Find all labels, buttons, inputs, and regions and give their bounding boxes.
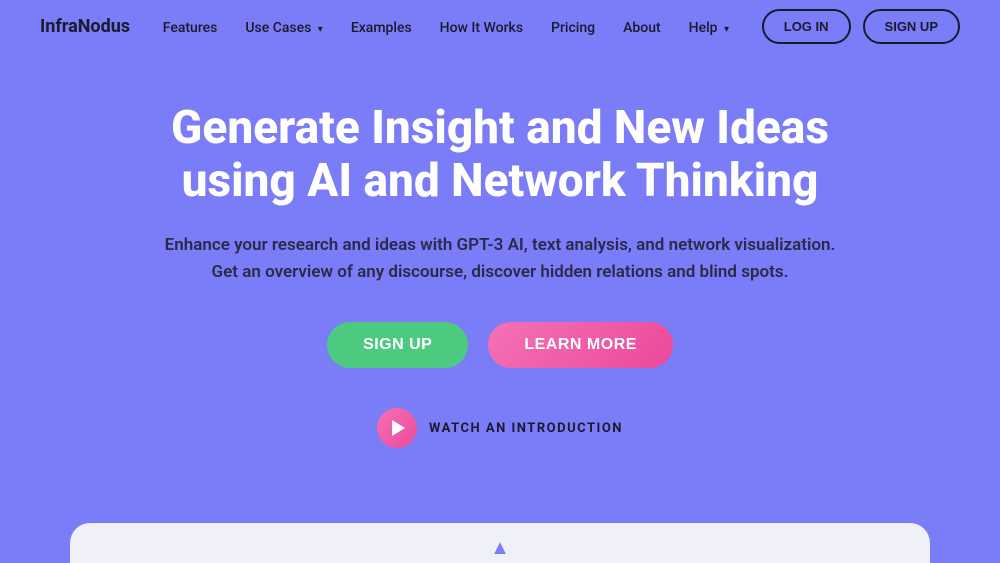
nav-item-pricing[interactable]: Pricing <box>551 17 595 36</box>
hero-cta-buttons: SIGN UP LEARN MORE <box>327 322 673 368</box>
watch-intro-label: WATCH AN INTRODUCTION <box>429 421 623 436</box>
nav-item-examples[interactable]: Examples <box>351 17 412 36</box>
nav-item-about[interactable]: About <box>623 17 661 36</box>
login-button[interactable]: LOG IN <box>762 9 851 44</box>
nav-links: Features Use Cases ▾ Examples How It Wor… <box>163 17 729 36</box>
hero-subtitle: Enhance your research and ideas with GPT… <box>165 232 836 286</box>
scroll-down-icon: ▲ <box>490 535 510 560</box>
signup-nav-button[interactable]: SIGN UP <box>863 9 960 44</box>
play-button[interactable] <box>377 408 417 448</box>
bottom-card: ▲ <box>70 523 930 563</box>
nav-item-help[interactable]: Help ▾ <box>689 17 729 36</box>
page-wrapper: InfraNodus Features Use Cases ▾ Examples… <box>0 0 1000 563</box>
chevron-down-icon: ▾ <box>724 24 729 35</box>
chevron-down-icon: ▾ <box>318 24 323 35</box>
nav-auth-buttons: LOG IN SIGN UP <box>762 9 960 44</box>
signup-hero-button[interactable]: SIGN UP <box>327 322 468 368</box>
learn-more-button[interactable]: LEARN MORE <box>488 322 673 368</box>
nav-item-use-cases[interactable]: Use Cases ▾ <box>245 17 322 36</box>
nav-item-features[interactable]: Features <box>163 17 218 36</box>
hero-title: Generate Insight and New Ideas using AI … <box>171 102 829 208</box>
navbar: InfraNodus Features Use Cases ▾ Examples… <box>0 0 1000 52</box>
nav-item-how-it-works[interactable]: How It Works <box>440 17 523 36</box>
watch-intro-container[interactable]: WATCH AN INTRODUCTION <box>377 408 623 448</box>
hero-section: Generate Insight and New Ideas using AI … <box>0 52 1000 484</box>
brand-logo[interactable]: InfraNodus <box>40 16 130 37</box>
